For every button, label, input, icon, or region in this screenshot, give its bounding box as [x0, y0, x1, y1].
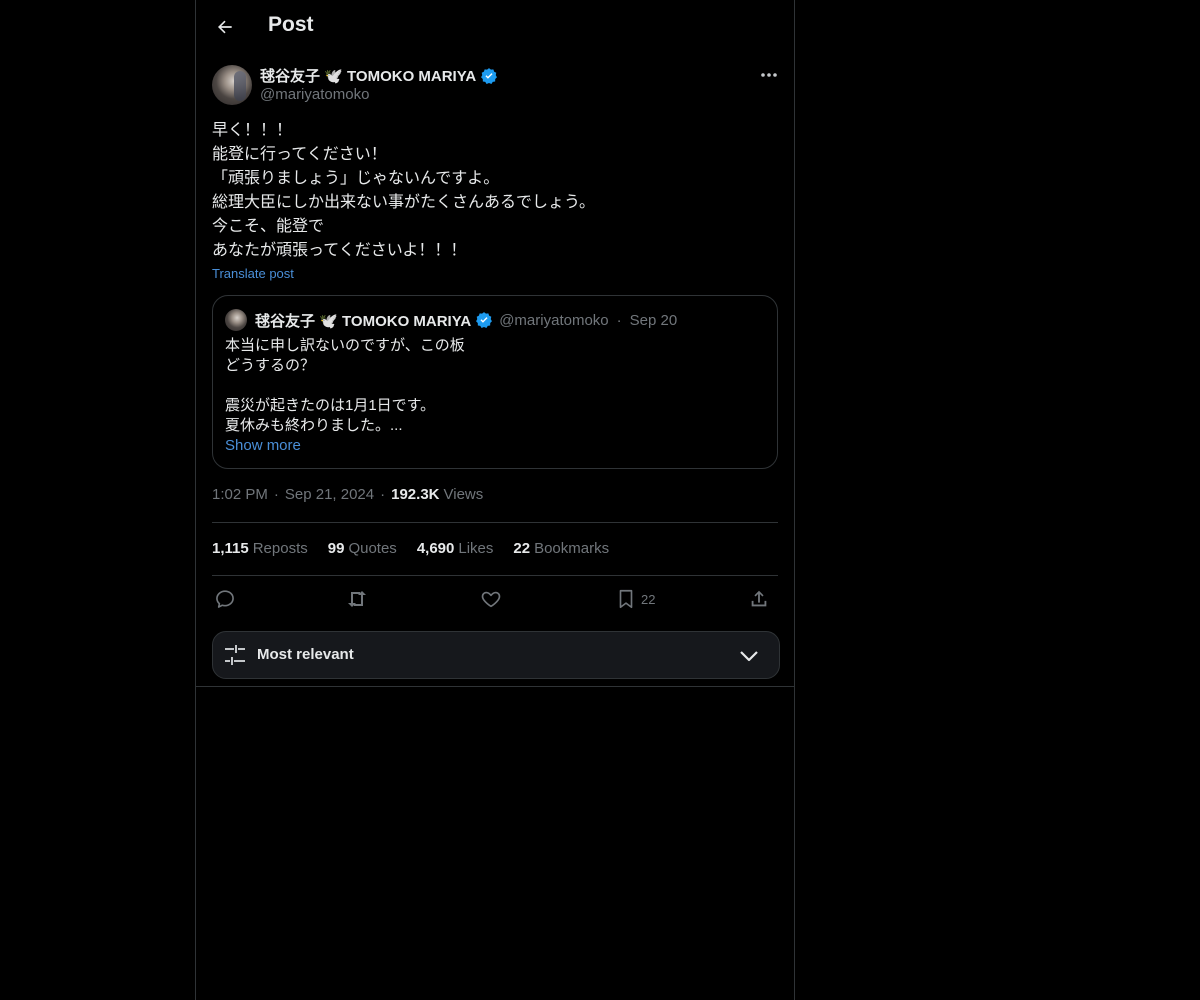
views-label: Views [443, 486, 484, 503]
likes-stat[interactable]: 4,690 Likes [417, 540, 494, 557]
bookmarks-label: Bookmarks [534, 540, 610, 557]
author-name[interactable]: 毬谷友子 🕊️ TOMOKO MARIYA [260, 65, 476, 86]
share-button[interactable] [748, 586, 770, 612]
views-count: 192.3K [391, 486, 440, 503]
quoted-post-text: 本当に申し訳ないのですが、この板 どうするの？ 震災が起きたのは1月1日です。 … [225, 337, 465, 434]
post-text: 早く！！！ 能登に行ってください！ 「頑張りましょう」じゃないんですよ。 総理大… [212, 122, 596, 259]
sliders-icon [225, 645, 245, 665]
chevron-down-icon [740, 651, 758, 662]
heart-icon [481, 591, 501, 608]
quoted-post[interactable]: 毬谷友子 🕊️ TOMOKO MARIYA @mariyatomoko · Se… [212, 295, 778, 469]
action-bar: 22 [212, 586, 778, 612]
bookmark-count: 22 [641, 591, 656, 607]
reposts-label: Reposts [252, 540, 308, 557]
quoted-author-avatar [225, 309, 247, 331]
top-bar: Post [196, 0, 794, 54]
divider [212, 522, 778, 523]
quotes-stat[interactable]: 99 Quotes [328, 540, 397, 557]
more-dots-icon [761, 73, 777, 77]
verified-badge-icon [480, 67, 498, 85]
quoted-author-handle: @mariyatomoko [499, 311, 609, 329]
quotes-label: Quotes [348, 540, 397, 557]
bookmarks-stat[interactable]: 22 Bookmarks [513, 540, 609, 557]
bookmarks-count: 22 [513, 540, 531, 557]
author-handle[interactable]: @mariyatomoko [260, 86, 369, 103]
post-time[interactable]: 1:02 PM [212, 486, 268, 503]
divider [212, 575, 778, 576]
verified-badge-icon [475, 311, 493, 329]
separator-dot: · [380, 486, 386, 503]
repost-button[interactable] [346, 586, 370, 612]
main-column: Post 毬谷友子 🕊️ TOMOKO MARIYA @mariyatomoko… [195, 0, 795, 1000]
quoted-post-header: 毬谷友子 🕊️ TOMOKO MARIYA @mariyatomoko · Se… [225, 308, 677, 332]
show-more-link[interactable]: Show more [225, 437, 301, 454]
sort-selected-label: Most relevant [257, 646, 354, 663]
post-meta: 1:02 PM · Sep 21, 2024 · 192.3K Views [212, 486, 483, 503]
bookmark-button[interactable]: 22 [615, 586, 655, 612]
share-icon [751, 590, 767, 607]
post-date[interactable]: Sep 21, 2024 [285, 486, 374, 503]
author-avatar[interactable] [212, 65, 252, 105]
translate-post-link[interactable]: Translate post [212, 266, 294, 281]
arrow-left-icon [218, 20, 232, 34]
reposts-count: 1,115 [212, 540, 249, 557]
post: 毬谷友子 🕊️ TOMOKO MARIYA @mariyatomoko 早く！！… [196, 54, 794, 687]
reply-sort-dropdown[interactable]: Most relevant [212, 631, 780, 679]
repost-icon [348, 591, 366, 607]
quoted-post-date: Sep 20 [629, 311, 678, 329]
reposts-stat[interactable]: 1,115 Reposts [212, 540, 308, 557]
back-button[interactable] [208, 10, 242, 44]
post-stats: 1,115 Reposts 99 Quotes 4,690 Likes 22 Bookm… [212, 540, 609, 557]
page-title: Post [268, 13, 314, 36]
quoted-author-name: 毬谷友子 🕊️ TOMOKO MARIYA [255, 312, 472, 330]
reply-button[interactable] [214, 586, 236, 612]
more-options-button[interactable] [756, 64, 782, 86]
reply-icon [216, 590, 234, 608]
likes-count: 4,690 [416, 540, 455, 557]
author-name-row[interactable]: 毬谷友子 🕊️ TOMOKO MARIYA [260, 65, 498, 86]
likes-label: Likes [458, 540, 494, 557]
separator-dot: · [616, 311, 622, 329]
quotes-count: 99 [327, 540, 345, 557]
like-button[interactable] [480, 586, 502, 612]
separator-dot: · [273, 486, 279, 503]
bookmark-icon [619, 589, 633, 609]
